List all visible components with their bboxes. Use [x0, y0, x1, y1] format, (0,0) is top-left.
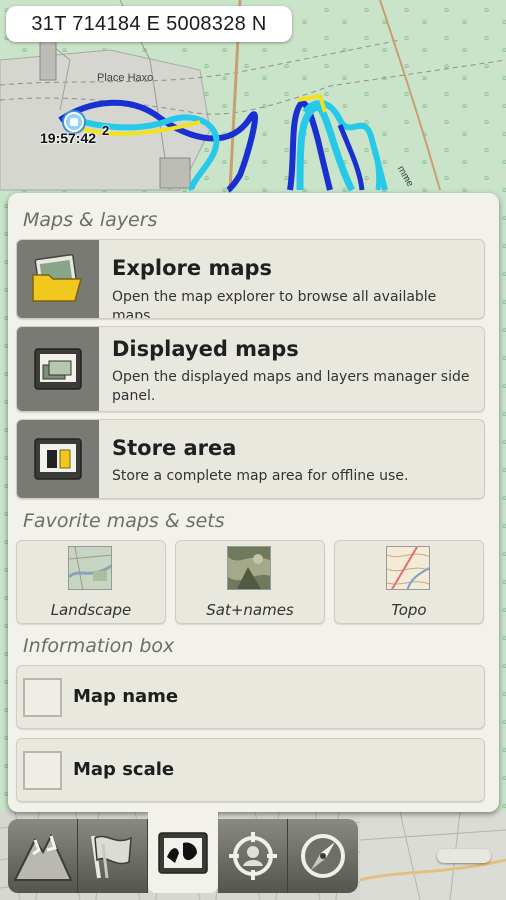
map-scale-label: Map scale — [73, 759, 175, 780]
locate-button[interactable] — [218, 819, 288, 893]
favorite-topo[interactable]: Topo — [334, 540, 484, 624]
store-area-icon — [34, 438, 82, 480]
info-section-title: Information box — [23, 635, 175, 657]
mountain-icon — [12, 833, 73, 881]
topo-thumbnail-icon — [386, 546, 430, 590]
displayed-icon-column — [17, 327, 99, 411]
position-marker-icon[interactable] — [64, 112, 84, 132]
time-label: 19:57:42 — [40, 130, 97, 146]
favorite-sat-names[interactable]: Sat+names — [175, 540, 325, 624]
coordinates-display[interactable]: 31T 714184 E 5008328 N — [6, 6, 292, 42]
maps-icon — [158, 831, 208, 874]
displayed-maps-title: Displayed maps — [112, 337, 299, 361]
map-scale-checkbox[interactable] — [23, 751, 62, 790]
explore-maps-title: Explore maps — [112, 256, 273, 280]
favorites-section-title: Favorite maps & sets — [23, 510, 225, 532]
store-area-description: Store a complete map area for offline us… — [112, 468, 409, 484]
bottom-toolbar — [8, 812, 358, 893]
displayed-maps-button[interactable]: Displayed maps Open the displayed maps a… — [16, 326, 485, 412]
mountain-button[interactable] — [8, 819, 78, 893]
satellite-thumbnail-icon — [227, 546, 271, 590]
time-label-partial: 2 — [102, 123, 110, 138]
favorite-sat-names-label: Sat+names — [206, 601, 294, 619]
map-name-checkbox[interactable] — [23, 678, 62, 717]
maps-section-title: Maps & layers — [23, 209, 158, 231]
place-label: Place Haxo — [97, 72, 154, 84]
favorite-topo-label: Topo — [391, 601, 427, 619]
compass-button[interactable] — [288, 819, 358, 893]
store-area-button[interactable]: Store area Store a complete map area for… — [16, 419, 485, 499]
favorite-landscape-label: Landscape — [50, 601, 132, 619]
favorite-landscape[interactable]: Landscape — [16, 540, 166, 624]
map-scale-option[interactable]: Map scale — [16, 738, 485, 802]
explore-maps-description: Open the map explorer to browse all avai… — [112, 289, 437, 319]
panel-drag-handle[interactable] — [437, 849, 491, 863]
maps-button[interactable] — [148, 812, 218, 893]
displayed-maps-description: Open the displayed maps and layers manag… — [112, 369, 470, 404]
map-name-label: Map name — [73, 686, 179, 707]
folder-icon — [32, 254, 82, 302]
maps-layers-panel: Maps & layers Explore maps Open the map … — [8, 193, 499, 812]
explore-maps-button[interactable]: Explore maps Open the map explorer to br… — [16, 239, 485, 319]
flag-button[interactable] — [78, 819, 148, 893]
map-name-option[interactable]: Map name — [16, 665, 485, 729]
store-area-title: Store area — [112, 436, 237, 460]
explore-icon-column — [17, 240, 99, 318]
landscape-thumbnail-icon — [68, 546, 112, 590]
layers-icon — [34, 348, 82, 390]
flag-icon — [90, 835, 132, 879]
store-icon-column — [17, 420, 99, 498]
locate-icon — [228, 832, 277, 880]
compass-icon — [301, 834, 345, 878]
